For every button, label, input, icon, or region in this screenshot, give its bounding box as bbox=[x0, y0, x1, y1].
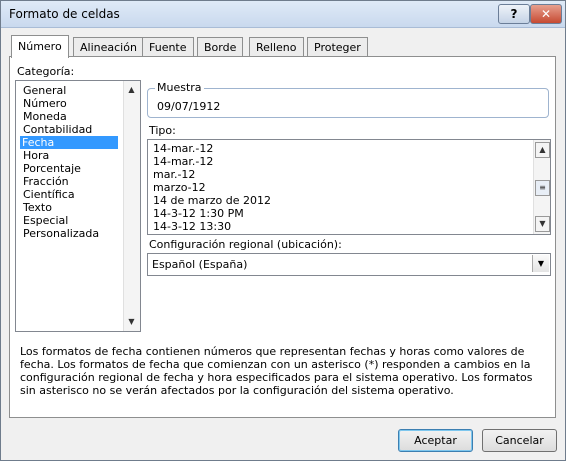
type-item[interactable]: 14-3-12 1:30 PM bbox=[153, 207, 244, 220]
category-item-especial[interactable]: Especial bbox=[21, 214, 70, 227]
category-item-fecha[interactable]: Fecha bbox=[20, 136, 118, 149]
type-list[interactable]: 14-mar.-12 14-mar.-12 mar.-12 marzo-12 1… bbox=[147, 139, 551, 235]
category-label: Categoría: bbox=[17, 65, 75, 78]
type-scrollbar[interactable]: ▲ ≡ ▼ bbox=[533, 140, 550, 234]
category-item-porcentaje[interactable]: Porcentaje bbox=[21, 162, 83, 175]
scroll-down-icon[interactable]: ▼ bbox=[125, 315, 138, 329]
category-item-personalizada[interactable]: Personalizada bbox=[21, 227, 101, 240]
type-label: Tipo: bbox=[149, 124, 176, 137]
format-cells-dialog: Formato de celdas ? ✕ Número Alineación … bbox=[0, 0, 566, 461]
tab-proteger[interactable]: Proteger bbox=[307, 37, 368, 57]
cancel-button[interactable]: Cancelar bbox=[482, 429, 557, 452]
category-item-moneda[interactable]: Moneda bbox=[21, 110, 69, 123]
category-item-general[interactable]: General bbox=[21, 84, 68, 97]
description-text: Los formatos de fecha contienen números … bbox=[20, 345, 533, 397]
category-item-fraccion[interactable]: Fracción bbox=[21, 175, 71, 188]
chevron-down-icon[interactable]: ▼ bbox=[532, 255, 549, 272]
category-scrollbar[interactable]: ▲ ▼ bbox=[123, 81, 140, 331]
scroll-down-icon[interactable]: ▼ bbox=[535, 216, 550, 232]
type-item[interactable]: marzo-12 bbox=[153, 181, 206, 194]
scroll-thumb-icon[interactable]: ≡ bbox=[535, 180, 550, 196]
accept-button[interactable]: Aceptar bbox=[398, 429, 473, 452]
category-item-numero[interactable]: Número bbox=[21, 97, 69, 110]
tab-alineacion[interactable]: Alineación bbox=[73, 37, 144, 57]
category-item-cientifica[interactable]: Científica bbox=[21, 188, 77, 201]
type-item[interactable]: 14 de marzo de 2012 bbox=[153, 194, 271, 207]
help-icon: ? bbox=[510, 7, 518, 21]
window-title: Formato de celdas bbox=[9, 7, 120, 21]
regional-config-value: Español (España) bbox=[152, 258, 248, 271]
regional-config-label: Configuración regional (ubicación): bbox=[149, 238, 342, 251]
type-item[interactable]: 14-3-12 13:30 bbox=[153, 220, 231, 233]
title-bar[interactable]: Formato de celdas ? ✕ bbox=[1, 1, 565, 28]
type-item[interactable]: mar.-12 bbox=[153, 168, 195, 181]
close-icon: ✕ bbox=[540, 7, 552, 21]
category-item-texto[interactable]: Texto bbox=[21, 201, 54, 214]
tab-numero[interactable]: Número bbox=[11, 35, 69, 58]
type-item[interactable]: 14-mar.-12 bbox=[153, 155, 213, 168]
category-item-hora[interactable]: Hora bbox=[21, 149, 51, 162]
sample-label: Muestra bbox=[155, 81, 204, 94]
category-item-contabilidad[interactable]: Contabilidad bbox=[21, 123, 94, 136]
tab-fuente[interactable]: Fuente bbox=[142, 37, 194, 57]
close-button[interactable]: ✕ bbox=[530, 4, 562, 24]
scroll-up-icon[interactable]: ▲ bbox=[535, 142, 550, 158]
category-list[interactable]: General Número Moneda Contabilidad Fecha… bbox=[15, 80, 141, 332]
type-item[interactable]: 14-mar.-12 bbox=[153, 142, 213, 155]
scroll-up-icon[interactable]: ▲ bbox=[125, 83, 138, 97]
tab-borde[interactable]: Borde bbox=[197, 37, 244, 57]
regional-config-select[interactable]: Español (España) ▼ bbox=[147, 253, 551, 276]
tab-relleno[interactable]: Relleno bbox=[249, 37, 304, 57]
sample-value: 09/07/1912 bbox=[157, 100, 221, 113]
help-button[interactable]: ? bbox=[498, 4, 530, 24]
